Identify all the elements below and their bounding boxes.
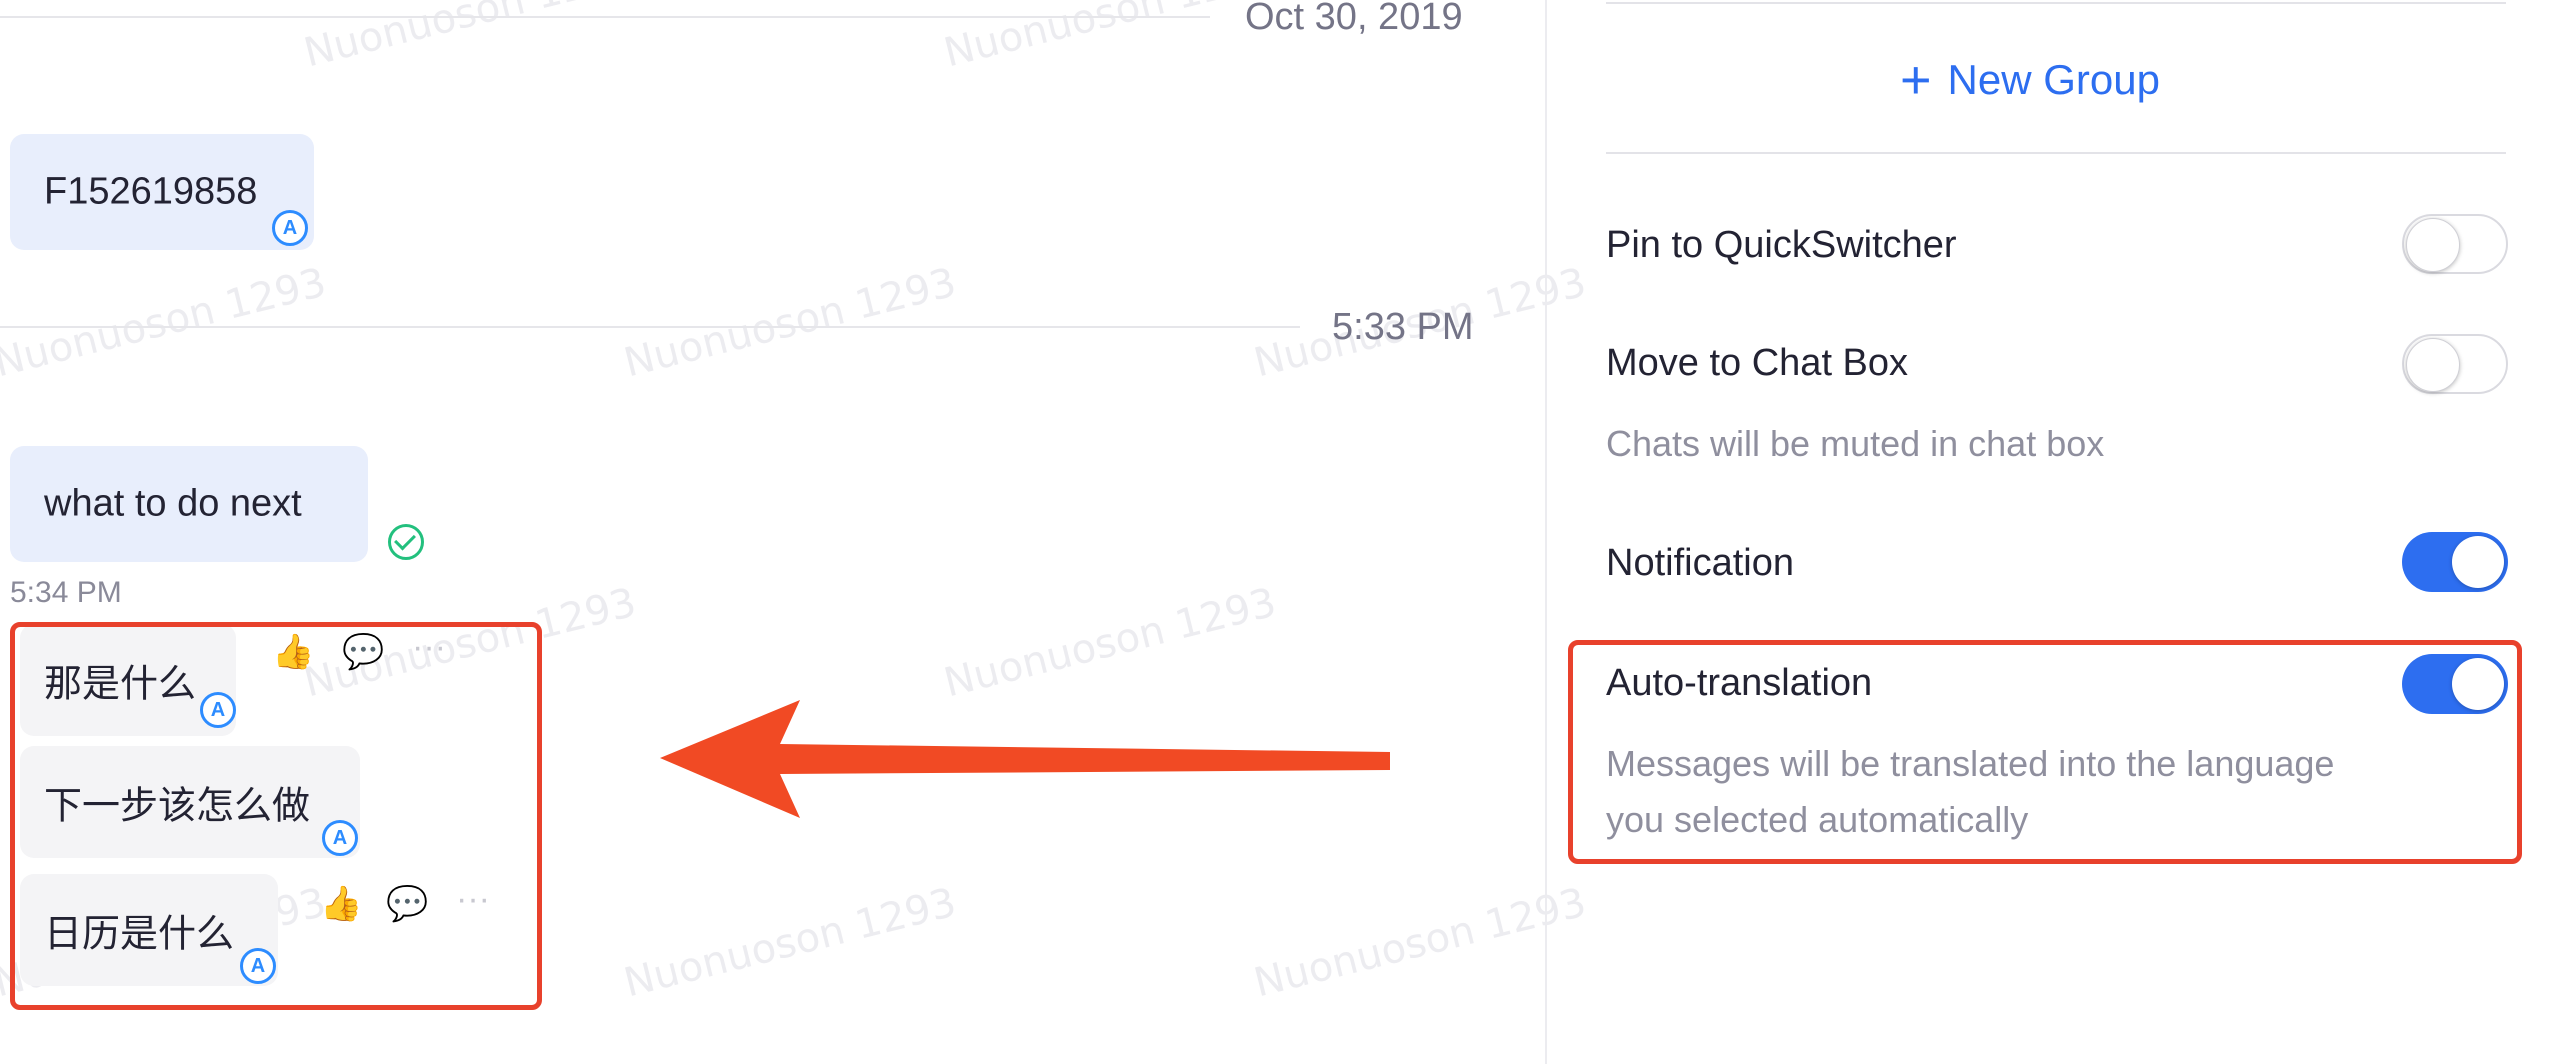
highlight-box-messages bbox=[10, 622, 542, 1010]
setting-label-pin: Pin to QuickSwitcher bbox=[1606, 224, 1957, 266]
plus-icon: + bbox=[1900, 50, 1932, 110]
setting-label-notification: Notification bbox=[1606, 542, 1794, 584]
notification-toggle[interactable] bbox=[2402, 532, 2508, 592]
message-text: F152619858 bbox=[44, 170, 258, 213]
separator bbox=[1606, 2, 2506, 4]
new-group-label: New Group bbox=[1947, 56, 2160, 103]
time-divider bbox=[0, 326, 1300, 328]
sent-check-icon bbox=[388, 524, 424, 560]
message-text: what to do next bbox=[44, 482, 302, 525]
pane-separator bbox=[1545, 0, 1547, 1064]
date-divider bbox=[0, 16, 1210, 18]
watermark: Nuonuoson 1293 bbox=[619, 259, 961, 387]
translate-icon[interactable]: A bbox=[272, 210, 308, 246]
message-time: 5:34 PM bbox=[10, 576, 122, 609]
time-label: 5:33 PM bbox=[1332, 306, 1474, 348]
watermark: Nuonuoson 1293 bbox=[939, 0, 1281, 77]
watermark: Nuonuoson 1293 bbox=[299, 0, 641, 77]
move-to-chatbox-toggle[interactable] bbox=[2402, 334, 2508, 394]
pin-quickswitcher-toggle[interactable] bbox=[2402, 214, 2508, 274]
date-label: Oct 30, 2019 bbox=[1245, 0, 1463, 38]
watermark: Nuonuoson 1293 bbox=[939, 579, 1281, 707]
highlight-box-auto-translation bbox=[1568, 640, 2522, 864]
setting-label-chatbox: Move to Chat Box bbox=[1606, 342, 1909, 384]
message-bubble[interactable]: F152619858 bbox=[10, 134, 314, 250]
watermark: Nuonuoson 1293 bbox=[619, 879, 961, 1007]
setting-description-chatbox: Chats will be muted in chat box bbox=[1606, 423, 2105, 464]
separator bbox=[1606, 152, 2506, 154]
message-bubble[interactable]: what to do next bbox=[10, 446, 368, 562]
annotation-arrow bbox=[660, 700, 1390, 818]
watermark: Nuonuoson 1293 bbox=[1249, 879, 1591, 1007]
new-group-button[interactable]: + New Group bbox=[1900, 48, 2160, 112]
watermark: Nuonuoson 1293 bbox=[0, 259, 331, 387]
